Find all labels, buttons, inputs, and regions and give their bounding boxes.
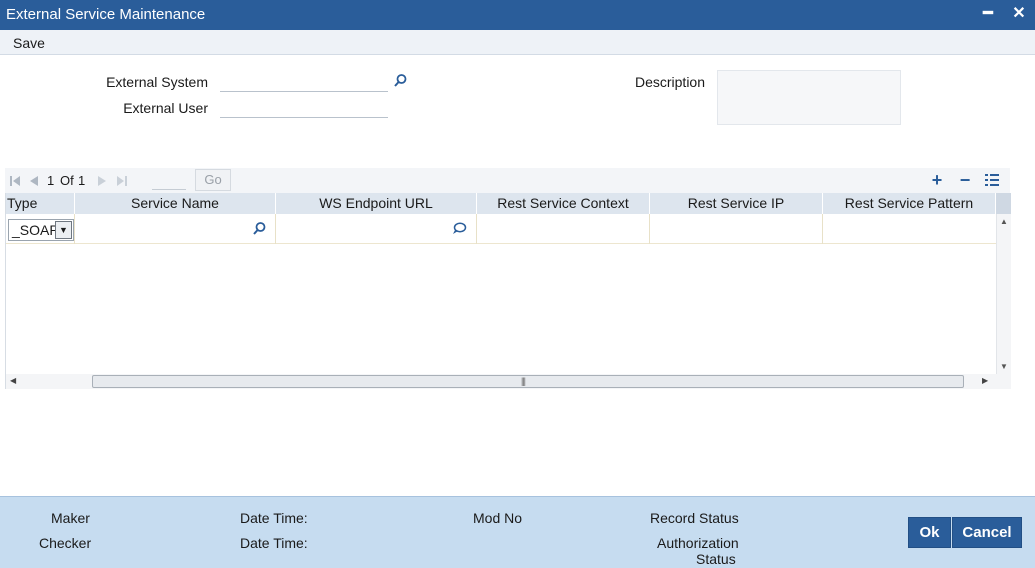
- add-row-icon[interactable]: +: [927, 170, 947, 190]
- maker-date-time-label: Date Time:: [240, 510, 308, 526]
- record-status-label: Record Status: [650, 510, 739, 526]
- audit-footer: Maker Checker Date Time: Date Time: Mod …: [0, 496, 1035, 568]
- first-page-icon[interactable]: [9, 174, 21, 186]
- description-field[interactable]: [717, 70, 901, 125]
- menu-bar: Save: [0, 30, 1035, 55]
- grid-header-filler: [996, 193, 1011, 214]
- checker-date-time-label: Date Time:: [240, 535, 308, 551]
- window-titlebar: External Service Maintenance ━ ✕: [0, 0, 1035, 30]
- save-menu-item[interactable]: Save: [13, 35, 45, 51]
- comment-icon[interactable]: [451, 221, 467, 237]
- dropdown-arrow-icon[interactable]: ▼: [55, 221, 72, 239]
- horizontal-scroll-thumb[interactable]: |||: [92, 375, 964, 388]
- mod-no-label: Mod No: [473, 510, 523, 526]
- grid-toolbar: 1 Of 1 Go + −: [5, 168, 1010, 193]
- external-system-label: External System: [106, 74, 208, 90]
- authorization-status-label-line2: Status: [696, 551, 736, 567]
- delete-row-icon[interactable]: −: [955, 170, 975, 190]
- close-button[interactable]: ✕: [1009, 4, 1029, 24]
- column-header-rest-service-pattern[interactable]: Rest Service Pattern: [823, 193, 996, 214]
- cancel-button[interactable]: Cancel: [952, 517, 1022, 548]
- type-select[interactable]: _SOAP ▼: [8, 219, 74, 241]
- minimize-button[interactable]: ━: [978, 4, 998, 24]
- total-pages: 1: [78, 173, 86, 188]
- column-header-service-name[interactable]: Service Name: [75, 193, 276, 214]
- type-cell: _SOAP ▼: [6, 214, 75, 244]
- column-header-rest-service-context[interactable]: Rest Service Context: [477, 193, 650, 214]
- page-of-label: Of: [60, 173, 74, 188]
- type-select-value: _SOAP: [12, 222, 59, 238]
- scroll-left-icon[interactable]: ◀: [10, 376, 16, 385]
- search-icon[interactable]: [251, 221, 267, 237]
- current-page: 1: [47, 173, 55, 188]
- rest-service-context-cell[interactable]: [477, 214, 650, 244]
- maker-label: Maker: [51, 510, 90, 526]
- go-button[interactable]: Go: [195, 169, 231, 191]
- checker-label: Checker: [39, 535, 92, 551]
- single-view-icon[interactable]: [982, 170, 1002, 190]
- external-system-field[interactable]: [220, 72, 388, 92]
- scroll-down-icon[interactable]: ▼: [1000, 362, 1008, 371]
- vertical-scrollbar[interactable]: ▲ ▼: [996, 214, 1011, 374]
- search-icon[interactable]: [392, 73, 408, 89]
- prev-page-icon[interactable]: [28, 174, 40, 186]
- scroll-grip-icon: |||: [521, 376, 526, 386]
- ok-button[interactable]: Ok: [908, 517, 951, 548]
- scroll-right-icon[interactable]: ▶: [982, 376, 988, 385]
- description-label: Description: [634, 74, 705, 90]
- window-title: External Service Maintenance: [6, 6, 206, 23]
- authorization-status-label-line1: Authorization: [657, 535, 739, 551]
- rest-service-pattern-cell[interactable]: [823, 214, 996, 244]
- column-header-type[interactable]: Type: [6, 193, 75, 214]
- rest-service-ip-cell[interactable]: [650, 214, 823, 244]
- service-grid: Type Service Name WS Endpoint URL Rest S…: [5, 193, 1011, 389]
- table-row: _SOAP ▼: [6, 214, 996, 244]
- page-number-input[interactable]: [152, 170, 186, 190]
- column-header-ws-endpoint-url[interactable]: WS Endpoint URL: [276, 193, 477, 214]
- scroll-up-icon[interactable]: ▲: [1000, 217, 1008, 226]
- horizontal-scrollbar[interactable]: ◀ ||| ▶: [6, 374, 1011, 389]
- last-page-icon[interactable]: [116, 174, 128, 186]
- external-user-field[interactable]: [220, 98, 388, 118]
- external-user-label: External User: [123, 100, 208, 116]
- next-page-icon[interactable]: [96, 174, 108, 186]
- column-header-rest-service-ip[interactable]: Rest Service IP: [650, 193, 823, 214]
- service-name-cell[interactable]: [75, 214, 276, 244]
- ws-endpoint-url-cell[interactable]: [276, 214, 477, 244]
- grid-header: Type Service Name WS Endpoint URL Rest S…: [6, 193, 996, 214]
